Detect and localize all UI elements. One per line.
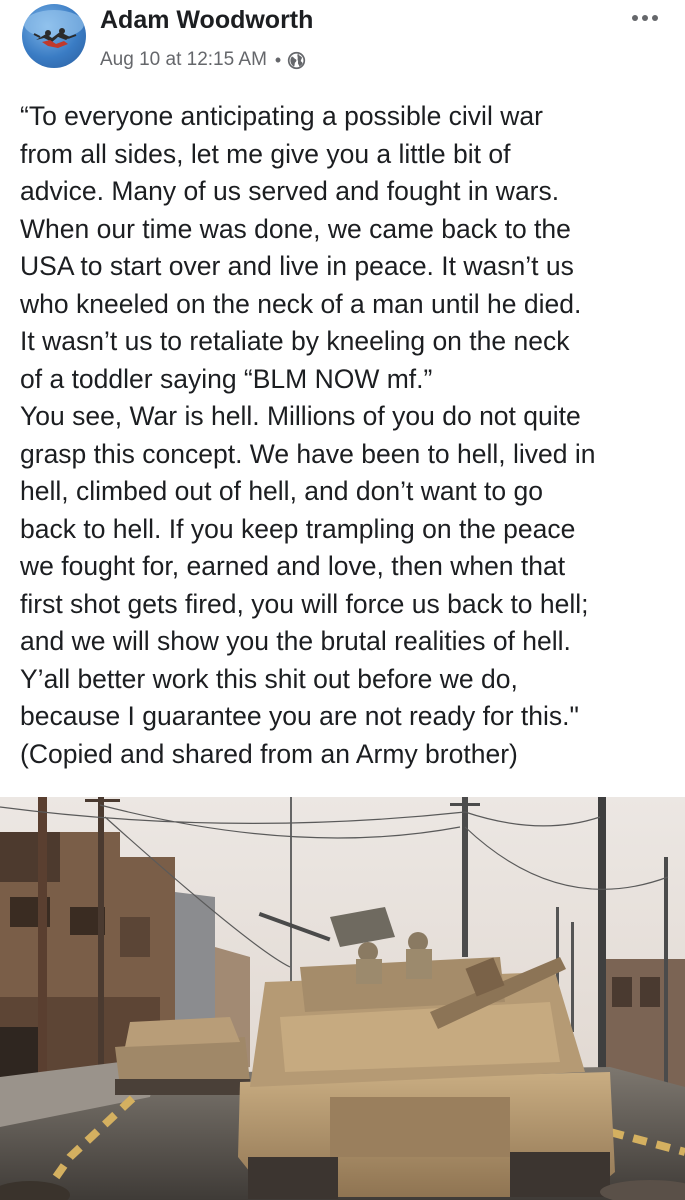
meta-separator: • — [274, 49, 282, 70]
tank-street-photo — [0, 797, 685, 1200]
post-timestamp[interactable]: Aug 10 at 12:15 AM — [100, 49, 267, 71]
post-text: “To everyone anticipating a possible civ… — [20, 101, 596, 769]
author-name[interactable]: Adam Woodworth — [100, 6, 313, 35]
post-photo[interactable] — [0, 797, 685, 1200]
post-meta: Aug 10 at 12:15 AM • — [100, 46, 306, 74]
facebook-post: Adam Woodworth Aug 10 at 12:15 AM • “To … — [0, 0, 685, 1200]
globe-icon[interactable] — [287, 51, 306, 70]
more-dots-icon — [632, 15, 658, 21]
avatar[interactable] — [22, 4, 86, 68]
avatar-image — [24, 10, 84, 48]
more-options-button[interactable] — [625, 6, 665, 30]
